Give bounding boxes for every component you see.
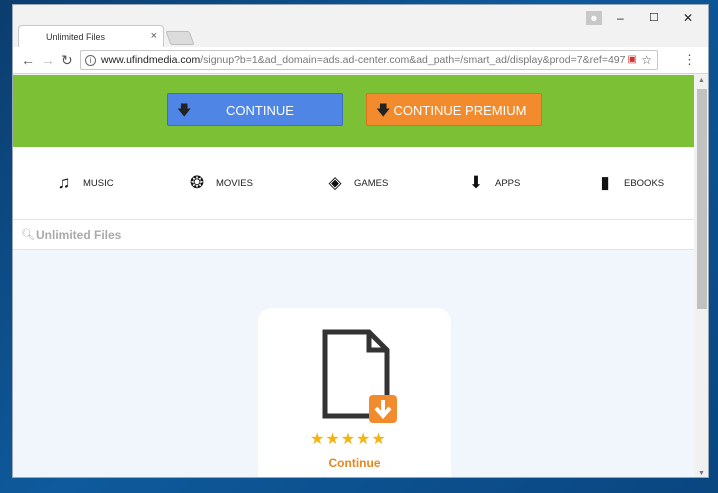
continue-premium-button[interactable]: 🡇 CONTINUE PREMIUM <box>366 93 542 126</box>
continue-link[interactable]: Continue <box>258 456 451 470</box>
category-label: MOVIES <box>216 178 253 189</box>
forward-icon[interactable]: → <box>41 52 55 68</box>
download-tray-icon: ⬇ <box>468 173 484 192</box>
scroll-thumb[interactable] <box>697 89 707 309</box>
url-path: /signup?b=1&ad_domain=ads.ad-center.com&… <box>200 54 626 66</box>
new-tab-button[interactable] <box>165 31 195 45</box>
category-nav: ♫ MUSIC ❂ MOVIES ◈ GAMES ⬇ APPS ▮ EBOOKS <box>13 147 694 220</box>
close-button[interactable]: ✕ <box>683 11 693 25</box>
minimize-button[interactable]: – <box>617 11 624 25</box>
category-label: EBOOKS <box>624 178 665 189</box>
scroll-down-icon[interactable]: ▼ <box>698 470 705 477</box>
search-icon: 🔍︎ <box>21 229 35 241</box>
continue-button[interactable]: 🡇 CONTINUE <box>167 93 343 126</box>
tab-unlimited-files[interactable]: Unlimited Files × <box>18 25 164 47</box>
file-card[interactable]: ★★★★★ Continue <box>258 308 451 477</box>
continue-button-label: CONTINUE <box>226 103 294 118</box>
bookmark-star-icon[interactable]: ☆ <box>641 53 652 67</box>
browser-toolbar: ← → ↻ i www.ufindmedia.com/signup?b=1&ad… <box>13 47 708 74</box>
reload-icon[interactable]: ↻ <box>61 52 73 69</box>
file-download-icon <box>322 329 397 423</box>
menu-icon[interactable]: ⋮ <box>683 52 696 68</box>
info-icon[interactable]: i <box>85 55 96 66</box>
top-banner: 🡇 CONTINUE 🡇 CONTINUE PREMIUM <box>13 75 694 147</box>
url-host: www.ufindmedia.com <box>101 54 201 66</box>
search-bar[interactable]: 🔍︎ Unlimited Files <box>13 220 694 250</box>
gamepad-icon: ◈ <box>328 173 342 192</box>
popup-blocked-icon[interactable]: ▣ <box>628 54 637 65</box>
url-text: www.ufindmedia.com/signup?b=1&ad_domain=… <box>101 54 625 66</box>
tab-title: Unlimited Files <box>46 32 106 42</box>
title-bar: Unlimited Files × ☻ – ☐ ✕ <box>13 5 708 47</box>
search-text: Unlimited Files <box>36 228 122 242</box>
scroll-up-icon[interactable]: ▲ <box>698 77 705 84</box>
rating-stars: ★★★★★ <box>310 431 387 448</box>
back-icon[interactable]: ← <box>21 52 35 68</box>
tab-close-icon[interactable]: × <box>151 30 157 42</box>
continue-premium-label: CONTINUE PREMIUM <box>393 103 527 118</box>
category-label: APPS <box>495 178 521 189</box>
category-label: MUSIC <box>83 178 114 189</box>
browser-window: Unlimited Files × ☻ – ☐ ✕ ← → ↻ i www.uf… <box>12 4 709 478</box>
music-icon: ♫ <box>57 173 71 192</box>
address-bar[interactable]: i www.ufindmedia.com/signup?b=1&ad_domai… <box>80 50 658 70</box>
page-viewport: 🡇 CONTINUE 🡇 CONTINUE PREMIUM ♫ MUSIC ❂ … <box>13 75 694 477</box>
category-label: GAMES <box>354 178 389 189</box>
maximize-button[interactable]: ☐ <box>649 11 659 24</box>
profile-icon[interactable]: ☻ <box>586 11 602 25</box>
film-reel-icon: ❂ <box>189 173 205 192</box>
book-icon: ▮ <box>600 173 610 192</box>
vertical-scrollbar[interactable]: ▲ ▼ <box>694 75 708 477</box>
